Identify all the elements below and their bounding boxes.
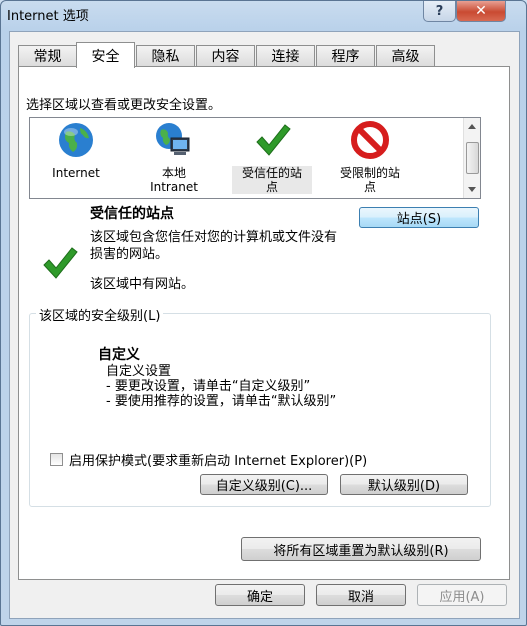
checkmark-icon [256, 124, 291, 156]
zone-restricted-sites[interactable]: 受限制的站 点 [330, 120, 410, 194]
help-button[interactable]: ? [423, 1, 456, 22]
internet-options-window: Internet 选项 ? ✕ 常规 安全 隐私 内容 连接 程序 高级 选择区… [0, 0, 527, 626]
zone-internet[interactable]: Internet [36, 120, 116, 180]
tab-security[interactable]: 安全 [76, 42, 135, 68]
zone-restricted-label: 受限制的站 点 [339, 166, 400, 194]
zone-intranet-label: 本地 Intranet [150, 166, 198, 194]
zone-trusted-label: 受信任的站 点 [232, 166, 312, 194]
tab-programs[interactable]: 程序 [316, 45, 375, 66]
selected-zone-description: 该区域包含您信任对您的计算机或文件没有损害的网站。 [90, 230, 338, 262]
apply-button[interactable]: 应用(A) [417, 584, 507, 606]
tab-advanced[interactable]: 高级 [376, 45, 435, 66]
zone-list[interactable]: Internet 本地 Intranet 受信任的站 点 受限制的站 点 [29, 117, 481, 199]
tab-privacy[interactable]: 隐私 [136, 45, 195, 66]
dialog-body: 常规 安全 隐私 内容 连接 程序 高级 选择区域以查看或更改安全设置。 Int… [9, 31, 520, 619]
level-description: 自定义设置 - 要更改设置，请单击“自定义级别” - 要使用推荐的设置，请单击“… [106, 364, 337, 409]
tab-general[interactable]: 常规 [18, 45, 77, 66]
close-button[interactable]: ✕ [456, 1, 506, 22]
tab-connections[interactable]: 连接 [256, 45, 315, 66]
default-level-button[interactable]: 默认级别(D) [340, 474, 468, 495]
sites-button[interactable]: 站点(S) [359, 207, 479, 228]
cancel-button[interactable]: 取消 [316, 584, 406, 606]
zone-trusted-sites[interactable]: 受信任的站 点 [232, 120, 312, 194]
scroll-down-icon[interactable] [468, 187, 476, 192]
security-level-title: 该区域的安全级别(L) [36, 305, 164, 324]
reset-all-zones-button[interactable]: 将所有区域重置为默认级别(R) [241, 537, 481, 561]
globe-icon [59, 123, 93, 157]
title-bar[interactable]: Internet 选项 ? ✕ [1, 1, 526, 29]
intranet-icon [156, 123, 190, 155]
custom-level-button[interactable]: 自定义级别(C)... [200, 474, 328, 495]
ok-button[interactable]: 确定 [215, 584, 305, 606]
protected-mode-label: 启用保护模式(要求重新启动 Internet Explorer)(P) [69, 454, 368, 469]
selected-zone-note: 该区域中有网站。 [90, 277, 195, 292]
zone-internet-label: Internet [52, 166, 100, 180]
security-level-group: 该区域的安全级别(L) 自定义 自定义设置 - 要更改设置，请单击“自定义级别”… [29, 305, 491, 507]
tab-content[interactable]: 内容 [196, 45, 255, 66]
security-panel: 选择区域以查看或更改安全设置。 Internet 本地 Intranet 受信任… [18, 66, 510, 580]
scroll-up-icon[interactable] [468, 124, 476, 129]
window-title: Internet 选项 [7, 9, 89, 24]
restricted-icon [351, 121, 389, 159]
zone-prompt: 选择区域以查看或更改安全设置。 [26, 98, 222, 113]
scroll-thumb[interactable] [466, 142, 479, 174]
protected-mode-checkbox[interactable] [50, 453, 63, 466]
trusted-checkmark-icon [43, 247, 78, 279]
selected-zone-title: 受信任的站点 [90, 206, 174, 222]
zone-list-scrollbar[interactable] [463, 118, 480, 198]
zone-intranet[interactable]: 本地 Intranet [134, 120, 214, 194]
protected-mode-option[interactable]: 启用保护模式(要求重新启动 Internet Explorer)(P) [50, 450, 367, 469]
level-name: 自定义 [98, 347, 140, 363]
